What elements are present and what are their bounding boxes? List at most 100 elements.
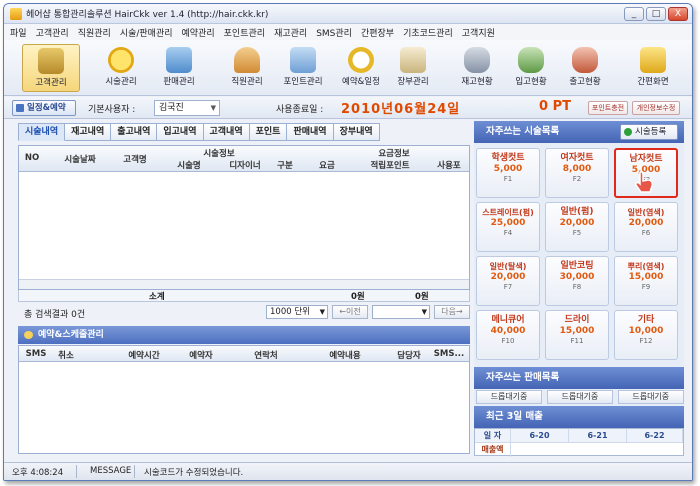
toolbar-customer-button[interactable]: 고객관리 — [22, 44, 80, 92]
toolbar-stock-out-button[interactable]: 출고현황 — [556, 44, 614, 92]
tab-ledger-history[interactable]: 장부내역 — [333, 123, 380, 141]
page-select[interactable]: ▼ — [372, 305, 430, 319]
menu-customer[interactable]: 고객관리 — [36, 26, 69, 39]
user-select[interactable]: 김국진 ▼ — [154, 100, 220, 116]
column-no[interactable]: NO — [19, 153, 45, 163]
menu-ledger[interactable]: 간편장부 — [361, 26, 394, 39]
next-page-button[interactable]: 다음→ — [434, 305, 470, 319]
product-slot-button[interactable]: 드롭대기중 — [476, 390, 542, 404]
toolbar-ledger-button[interactable]: 장부관리 — [384, 44, 442, 92]
service-button-f5[interactable]: 일반(펌) 20,000 F5 — [545, 202, 609, 252]
sales-amount-row: 매출액 — [475, 443, 683, 457]
column-fee[interactable]: 요금 — [301, 159, 353, 171]
toolbar-stock-in-button[interactable]: 입고현황 — [502, 44, 560, 92]
toolbar-sales-button[interactable]: 판매관리 — [150, 44, 208, 92]
toolbar-label: 고객관리 — [35, 78, 67, 88]
minimize-button[interactable]: _ — [624, 7, 644, 21]
info-bar: 일정&예약 기본사용자 : 김국진 ▼ 사용종료일 : 2010년06월24일 … — [4, 97, 692, 119]
product-slot-button[interactable]: 드롭대기중 — [617, 390, 684, 404]
column-reserver[interactable]: 예약자 — [179, 349, 223, 361]
grid-horizontal-scrollbar[interactable] — [19, 279, 469, 289]
menu-reservation[interactable]: 예약관리 — [182, 26, 215, 39]
close-button[interactable]: X — [668, 7, 688, 21]
toolbar-simple-view-button[interactable]: 간편화면 — [624, 44, 682, 92]
tab-service-history[interactable]: 시술내역 — [18, 123, 66, 141]
column-reserve-content[interactable]: 예약내용 — [305, 349, 385, 361]
service-hotkey: F6 — [641, 229, 651, 237]
column-cancel[interactable]: 취소 — [51, 349, 81, 361]
group-header-service: 시술정보 — [203, 149, 235, 159]
service-button-f4[interactable]: 스트레이트(펌) 25,000 F4 — [476, 202, 540, 252]
menu-base-code[interactable]: 기초코드관리 — [403, 26, 453, 39]
unit-select[interactable]: 1000 단위 ▼ — [266, 305, 328, 319]
service-button-f9[interactable]: 뿌리(염색) 15,000 F9 — [614, 256, 678, 306]
tab-sales-history[interactable]: 판매내역 — [287, 123, 334, 141]
column-designer[interactable]: 디자이너 — [221, 159, 269, 171]
menu-support[interactable]: 고객지원 — [462, 26, 495, 39]
service-button-f10[interactable]: 메니큐어 40,000 F10 — [476, 310, 540, 360]
schedule-grid-header: SMS 취소 예약시간 예약자 연락처 예약내용 담당자 SMS... — [19, 346, 469, 362]
point-charge-button[interactable]: 포인트충전 — [588, 101, 628, 115]
toolbar-label: 포인트관리 — [283, 77, 323, 87]
column-sms[interactable]: SMS — [21, 349, 51, 359]
personal-info-button[interactable]: 개인정보수정 — [632, 101, 680, 115]
column-manager[interactable]: 담당자 — [389, 349, 429, 361]
service-button-f1[interactable]: 학생컷트 5,000 F1 — [476, 148, 540, 198]
service-history-grid[interactable]: 시술정보 요금정보 NO 시술날짜 고객명 시술명 디자이너 구분 요금 적립포… — [18, 145, 470, 290]
column-customer[interactable]: 고객명 — [113, 153, 157, 165]
tab-customer-history[interactable]: 고객내역 — [203, 123, 250, 141]
service-button-f11[interactable]: 드라이 15,000 F11 — [545, 310, 609, 360]
menu-service-sales[interactable]: 시술/판매관리 — [120, 26, 173, 39]
column-service-name[interactable]: 시술명 — [159, 159, 219, 171]
tab-incoming-history[interactable]: 입고내역 — [157, 123, 204, 141]
service-price: 20,000 — [628, 218, 664, 228]
toolbar-stock-button[interactable]: 재고현황 — [448, 44, 506, 92]
register-service-label: 시술등록 — [635, 127, 667, 137]
service-hotkey: F10 — [501, 337, 515, 345]
menu-sms[interactable]: SMS관리 — [316, 26, 352, 39]
menu-staff[interactable]: 직원관리 — [78, 26, 111, 39]
service-button-f2[interactable]: 여자컷트 8,000 F2 — [545, 148, 609, 198]
column-earned-points[interactable]: 적립포인트 — [355, 159, 425, 171]
service-button-f7[interactable]: 일반(탈색) 20,000 F7 — [476, 256, 540, 306]
prev-page-button[interactable]: ←이전 — [332, 305, 368, 319]
favorite-services-title: 자주쓰는 시술목록 — [486, 126, 560, 137]
service-button-f6[interactable]: 일반(염색) 20,000 F6 — [614, 202, 678, 252]
column-sms-more[interactable]: SMS... — [429, 349, 469, 359]
column-service-date[interactable]: 시술날짜 — [49, 153, 111, 165]
service-button-f8[interactable]: 일반코팅 30,000 F8 — [545, 256, 609, 306]
schedule-button-label: 일정&예약 — [27, 103, 66, 113]
menu-file[interactable]: 파일 — [10, 26, 27, 39]
column-type[interactable]: 구분 — [271, 159, 299, 171]
maximize-button[interactable]: □ — [646, 7, 666, 21]
menu-points[interactable]: 포인트관리 — [224, 26, 265, 39]
tab-outgoing-history[interactable]: 출고내역 — [111, 123, 158, 141]
service-hotkey: F9 — [641, 283, 651, 291]
service-price: 25,000 — [490, 218, 526, 228]
toolbar-reservation-button[interactable]: 예약&일정 — [332, 44, 390, 92]
register-service-button[interactable]: 시술등록 — [620, 124, 678, 140]
schedule-grid[interactable]: SMS 취소 예약시간 예약자 연락처 예약내용 담당자 SMS... — [18, 345, 470, 454]
sales-date-label: 일 자 — [475, 429, 511, 443]
column-used-points[interactable]: 사용포 — [427, 159, 471, 171]
menu-stock[interactable]: 재고관리 — [274, 26, 307, 39]
toolbar-staff-button[interactable]: 직원관리 — [218, 44, 276, 92]
chevron-down-icon: ▼ — [210, 104, 216, 112]
tab-points[interactable]: 포인트 — [249, 123, 288, 141]
schedule-reservation-button[interactable]: 일정&예약 — [12, 100, 76, 116]
service-button-f12[interactable]: 기타 10,000 F12 — [614, 310, 678, 360]
service-name: 일반코팅 — [560, 261, 594, 271]
product-slot-button[interactable]: 드롭대기중 — [546, 390, 613, 404]
status-message: 시술코드가 수정되었습니다. — [144, 468, 244, 478]
toolbar-service-button[interactable]: 시술관리 — [92, 44, 150, 92]
column-contact[interactable]: 연락처 — [231, 349, 301, 361]
tab-stock-history[interactable]: 재고내역 — [65, 123, 112, 141]
toolbar-label: 입고현황 — [515, 77, 547, 87]
column-reserve-time[interactable]: 예약시간 — [109, 349, 179, 361]
toolbar-label: 예약&일정 — [342, 77, 380, 87]
toolbar-label: 장부관리 — [397, 77, 429, 87]
toolbar-point-button[interactable]: 포인트관리 — [274, 44, 332, 92]
toolbar-label: 재고현황 — [461, 77, 493, 87]
service-name: 일반(펌) — [560, 207, 594, 217]
title-bar[interactable]: 헤어샵 통합관리솔루션 HairCkk ver 1.4 (http://hair… — [4, 4, 692, 24]
